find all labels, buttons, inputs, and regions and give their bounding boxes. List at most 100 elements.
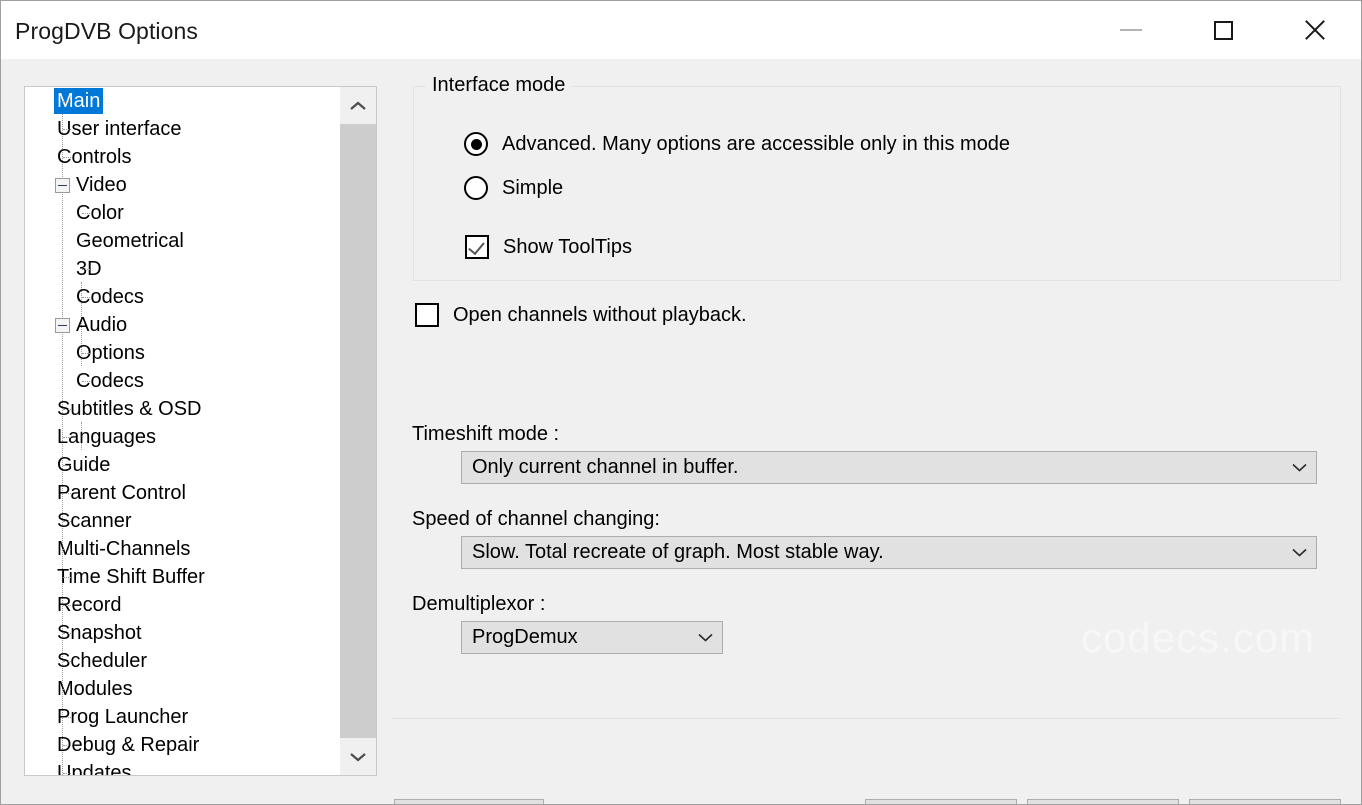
tree-item-label: Multi-Channels (57, 538, 191, 560)
close-button[interactable] (1269, 1, 1361, 59)
tree-item-parent-control[interactable]: Parent Control (25, 479, 340, 507)
speed-dropdown-arrow (1282, 548, 1316, 557)
checkbox-show-tooltips-indicator (465, 235, 489, 259)
tree-connector-tick (82, 381, 90, 382)
tree-item-guide[interactable]: Guide (25, 451, 340, 479)
tree-connector-tick (63, 521, 71, 522)
tree-connector-tick (63, 577, 71, 578)
timeshift-mode-value: Only current channel in buffer. (472, 456, 739, 478)
close-icon (1302, 17, 1328, 43)
tree-connector-tick (63, 157, 71, 158)
chevron-down-icon (697, 633, 713, 642)
tree-item-user-interface[interactable]: User interface (25, 115, 340, 143)
maximize-button[interactable] (1177, 1, 1269, 59)
tree-item-updates[interactable]: Updates (25, 759, 340, 775)
radio-selected-dot (470, 138, 482, 150)
tree-item-label: User interface (57, 118, 182, 140)
tree-item-video[interactable]: Video (25, 171, 340, 199)
tree-connector-tick (82, 297, 90, 298)
scrollbar-thumb[interactable] (340, 124, 376, 738)
settings-tree[interactable]: Main User interface Controls Video Color Geom… (25, 87, 340, 775)
scroll-up-button[interactable] (340, 87, 376, 124)
minimize-icon (1120, 29, 1142, 31)
tree-item-3d[interactable]: 3D (25, 255, 340, 283)
timeshift-dropdown-arrow (1282, 463, 1316, 472)
window-controls (1085, 1, 1361, 59)
chevron-down-icon (1291, 548, 1307, 557)
default-button[interactable]: Default (394, 799, 544, 804)
timeshift-mode-dropdown[interactable]: Only current channel in buffer. (461, 451, 1317, 484)
tree-item-snapshot[interactable]: Snapshot (25, 619, 340, 647)
tree-expander-collapse-icon[interactable] (55, 177, 70, 193)
radio-advanced-mode[interactable]: Advanced. Many options are accessible on… (464, 132, 1010, 156)
tree-expander-collapse-icon[interactable] (55, 317, 70, 333)
settings-content-panel: Interface mode Advanced. Many options ar… (391, 59, 1361, 804)
apply-button[interactable]: Apply (1189, 799, 1341, 804)
ok-button[interactable]: OK (865, 799, 1017, 804)
interface-mode-title: Interface mode (426, 74, 572, 97)
title-bar: ProgDVB Options (1, 1, 1361, 59)
watermark: codecs.com (1081, 614, 1316, 661)
minimize-button[interactable] (1085, 1, 1177, 59)
tree-item-debug-repair[interactable]: Debug & Repair (25, 731, 340, 759)
tree-connector-tick (63, 549, 71, 550)
cancel-button[interactable]: Cancel (1027, 799, 1179, 804)
tree-connector-tick (63, 101, 71, 102)
tree-item-codecs[interactable]: Codecs (25, 367, 340, 395)
speed-of-channel-changing-dropdown[interactable]: Slow. Total recreate of graph. Most stab… (461, 536, 1317, 569)
demultiplexor-label: Demultiplexor : (412, 593, 546, 615)
tree-item-color[interactable]: Color (25, 199, 340, 227)
tree-connector-tick (82, 241, 90, 242)
scroll-down-button[interactable] (340, 738, 376, 775)
timeshift-mode-label: Timeshift mode : (412, 423, 560, 445)
tree-item-controls[interactable]: Controls (25, 143, 340, 171)
chevron-down-icon (1291, 463, 1307, 472)
chevron-up-icon (350, 101, 366, 110)
interface-mode-groupbox: Interface mode Advanced. Many options ar… (413, 74, 1341, 281)
tree-item-label: Audio (76, 314, 128, 336)
tree-scrollbar[interactable] (339, 87, 376, 775)
tree-connector-tick (63, 745, 71, 746)
demultiplexor-value: ProgDemux (472, 626, 578, 648)
tree-item-geometrical[interactable]: Geometrical (25, 227, 340, 255)
tree-connector-tick (82, 353, 90, 354)
tree-connector-tick (63, 689, 71, 690)
tree-item-languages[interactable]: Languages (25, 423, 340, 451)
checkbox-open-channels-without-playback[interactable]: Open channels without playback. (415, 303, 747, 327)
tree-item-label: Geometrical (76, 230, 184, 252)
tree-item-multi-channels[interactable]: Multi-Channels (25, 535, 340, 563)
tree-connector-tick (63, 129, 71, 130)
settings-tree-panel: Main User interface Controls Video Color Geom… (24, 86, 377, 776)
window-title: ProgDVB Options (15, 18, 199, 44)
tree-item-modules[interactable]: Modules (25, 675, 340, 703)
tree-connector-tick (63, 661, 71, 662)
tree-item-label: Subtitles & OSD (57, 398, 202, 420)
checkbox-show-tooltips[interactable]: Show ToolTips (465, 235, 632, 259)
demultiplexor-dropdown[interactable]: ProgDemux (461, 621, 723, 654)
tree-item-codecs[interactable]: Codecs (25, 283, 340, 311)
radio-simple-label: Simple (502, 176, 564, 199)
tree-item-options[interactable]: Options (25, 339, 340, 367)
footer-separator (391, 718, 1339, 719)
tree-item-label: Debug & Repair (57, 734, 200, 756)
tree-connector-tick (82, 213, 90, 214)
tree-item-main[interactable]: Main (25, 87, 340, 115)
tree-connector-tick (63, 493, 71, 494)
tree-item-prog-launcher[interactable]: Prog Launcher (25, 703, 340, 731)
tree-item-scheduler[interactable]: Scheduler (25, 647, 340, 675)
chevron-down-icon (350, 752, 366, 761)
tree-item-subtitles-osd[interactable]: Subtitles & OSD (25, 395, 340, 423)
progdvb-options-dialog: ProgDVB Options Main User interface Contro… (0, 0, 1362, 805)
tree-item-label: Video (76, 174, 127, 196)
radio-simple-indicator (464, 176, 488, 200)
tree-item-label: Parent Control (57, 482, 186, 504)
tree-item-label: Main (54, 88, 104, 114)
radio-simple-mode[interactable]: Simple (464, 176, 563, 200)
maximize-icon (1213, 20, 1233, 40)
tree-item-audio[interactable]: Audio (25, 311, 340, 339)
tree-item-time-shift-buffer[interactable]: Time Shift Buffer (25, 563, 340, 591)
tree-item-scanner[interactable]: Scanner (25, 507, 340, 535)
tree-item-record[interactable]: Record (25, 591, 340, 619)
dialog-body: Main User interface Controls Video Color Geom… (1, 59, 1361, 804)
tree-connector-tick (63, 437, 71, 438)
